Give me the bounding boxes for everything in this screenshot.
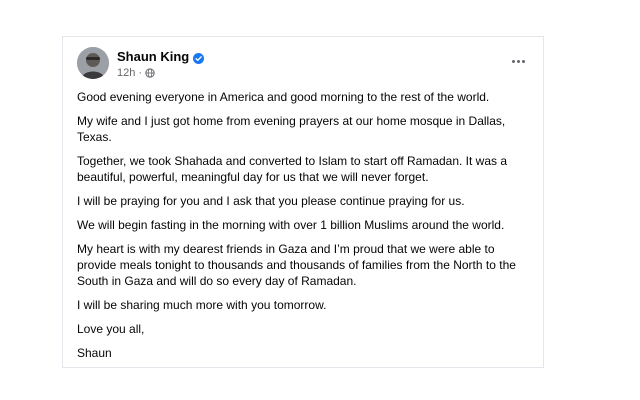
- post-paragraph: I will be sharing much more with you tom…: [77, 298, 327, 312]
- verified-badge-icon: [193, 51, 205, 64]
- post-signature: Shaun: [77, 346, 112, 360]
- more-options-icon[interactable]: [507, 53, 529, 69]
- post-paragraph: Love you all,: [77, 322, 145, 336]
- post-paragraph: My wife and I just got home from evening…: [77, 114, 506, 144]
- post-header: Shaun King 12h ·: [77, 47, 529, 83]
- post-paragraph: My heart is with my dearest friends in G…: [77, 242, 516, 288]
- post-paragraph: We will begin fasting in the morning wit…: [77, 218, 505, 232]
- author-row: Shaun King: [117, 48, 205, 64]
- post-paragraph: I will be praying for you and I ask that…: [77, 194, 465, 208]
- post-paragraph: Good evening everyone in America and goo…: [77, 90, 490, 104]
- author-avatar[interactable]: [77, 47, 109, 79]
- author-name[interactable]: Shaun King: [117, 49, 189, 64]
- post-timestamp[interactable]: 12h: [117, 67, 135, 79]
- facebook-post: Shaun King 12h · Good evening everyone i…: [62, 36, 544, 368]
- post-body: Good evening everyone in America and goo…: [77, 89, 529, 369]
- meta-separator: ·: [138, 66, 143, 79]
- globe-icon[interactable]: [145, 67, 155, 78]
- post-paragraph: Together, we took Shahada and converted …: [77, 154, 508, 184]
- post-meta: 12h ·: [117, 66, 155, 79]
